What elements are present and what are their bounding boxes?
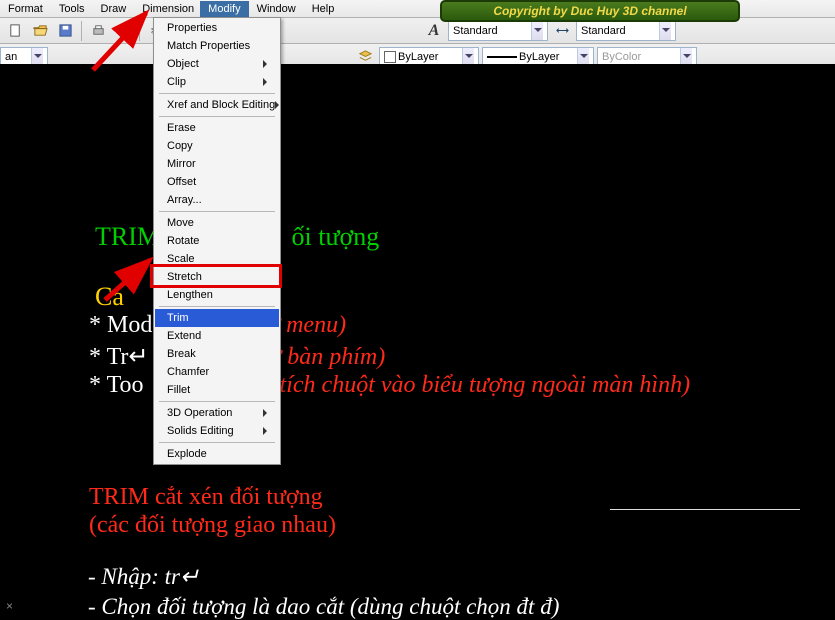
lineweight-value: ByColor: [602, 51, 641, 63]
menu-window[interactable]: Window: [249, 1, 304, 17]
menu-separator: [159, 306, 275, 307]
chevron-down-icon[interactable]: [577, 48, 589, 66]
menu-item-stretch[interactable]: Stretch: [155, 268, 279, 286]
step-1: - Nhập: tr↵: [88, 564, 199, 590]
menu-separator: [159, 116, 275, 117]
section2-sub: (các đối tượng giao nhau): [89, 512, 336, 539]
modify-dropdown: PropertiesMatch PropertiesObjectClip Xref…: [153, 17, 281, 465]
menu-item-clip[interactable]: Clip: [155, 73, 279, 91]
menu-item-extend[interactable]: Extend: [155, 327, 279, 345]
copyright-banner: Copyright by Duc Huy 3D channel: [440, 0, 740, 22]
menu-item-xref-and-block-editing[interactable]: Xref and Block Editing: [155, 96, 279, 114]
menu-item-match-properties[interactable]: Match Properties: [155, 37, 279, 55]
linetype-value: ByLayer: [519, 51, 559, 63]
chevron-down-icon[interactable]: [462, 48, 474, 66]
preview-icon[interactable]: [112, 20, 134, 42]
menu-item-3d-operation[interactable]: 3D Operation: [155, 404, 279, 422]
menu-draw[interactable]: Draw: [93, 1, 135, 17]
menu-dimension[interactable]: Dimension: [134, 1, 196, 17]
menu-help[interactable]: Help: [304, 1, 343, 17]
menu-item-erase[interactable]: Erase: [155, 119, 279, 137]
dimstyle-icon[interactable]: A: [423, 20, 445, 42]
menu-modify[interactable]: Modify: [200, 1, 248, 17]
menu-item-fillet[interactable]: Fillet: [155, 381, 279, 399]
menu-item-break[interactable]: Break: [155, 345, 279, 363]
menu-item-array-[interactable]: Array...: [155, 191, 279, 209]
linetype-icon: [487, 52, 517, 62]
menu-item-move[interactable]: Move: [155, 214, 279, 232]
new-icon[interactable]: [4, 20, 26, 42]
menu-item-lengthen[interactable]: Lengthen: [155, 286, 279, 304]
save-icon[interactable]: [54, 20, 76, 42]
print-icon[interactable]: [87, 20, 109, 42]
text-style-combo[interactable]: Standard: [576, 21, 676, 41]
menu-item-object[interactable]: Object: [155, 55, 279, 73]
drawing-canvas[interactable]: TRIM ối tượng Cá * Mod(từ menu) * Tr↵(từ…: [0, 64, 835, 619]
subtitle-text: Cá: [95, 282, 124, 312]
menu-item-mirror[interactable]: Mirror: [155, 155, 279, 173]
color-swatch-icon: [384, 51, 396, 63]
menu-separator: [159, 93, 275, 94]
menu-item-chamfer[interactable]: Chamfer: [155, 363, 279, 381]
menu-item-scale[interactable]: Scale: [155, 250, 279, 268]
horizontal-line: [610, 509, 800, 510]
menu-tools[interactable]: Tools: [51, 1, 93, 17]
menu-item-explode[interactable]: Explode: [155, 445, 279, 463]
menu-item-offset[interactable]: Offset: [155, 173, 279, 191]
menu-item-copy[interactable]: Copy: [155, 137, 279, 155]
ucs-icon: ×: [6, 599, 13, 613]
dim-update-icon[interactable]: [551, 20, 573, 42]
chevron-down-icon[interactable]: [680, 48, 692, 66]
menu-item-properties[interactable]: Properties: [155, 19, 279, 37]
menu-item-solids-editing[interactable]: Solids Editing: [155, 422, 279, 440]
chevron-down-icon[interactable]: [659, 22, 671, 40]
menu-format[interactable]: Format: [0, 1, 51, 17]
open-icon[interactable]: [29, 20, 51, 42]
layer-value: an: [5, 51, 17, 63]
color-value: ByLayer: [398, 51, 438, 63]
section2-title: TRIM cắt xén đối tượng: [89, 484, 323, 511]
chevron-down-icon[interactable]: [531, 22, 543, 40]
menu-separator: [159, 442, 275, 443]
text-style-value: Standard: [581, 25, 626, 37]
menu-separator: [159, 211, 275, 212]
step-2: - Chọn đối tượng là dao cắt (dùng chuột …: [88, 594, 559, 620]
dim-style-combo[interactable]: Standard: [448, 21, 548, 41]
menu-item-rotate[interactable]: Rotate: [155, 232, 279, 250]
menu-item-trim[interactable]: Trim: [155, 309, 279, 327]
chevron-down-icon[interactable]: [31, 48, 43, 66]
menu-separator: [159, 401, 275, 402]
dim-style-value: Standard: [453, 25, 498, 37]
